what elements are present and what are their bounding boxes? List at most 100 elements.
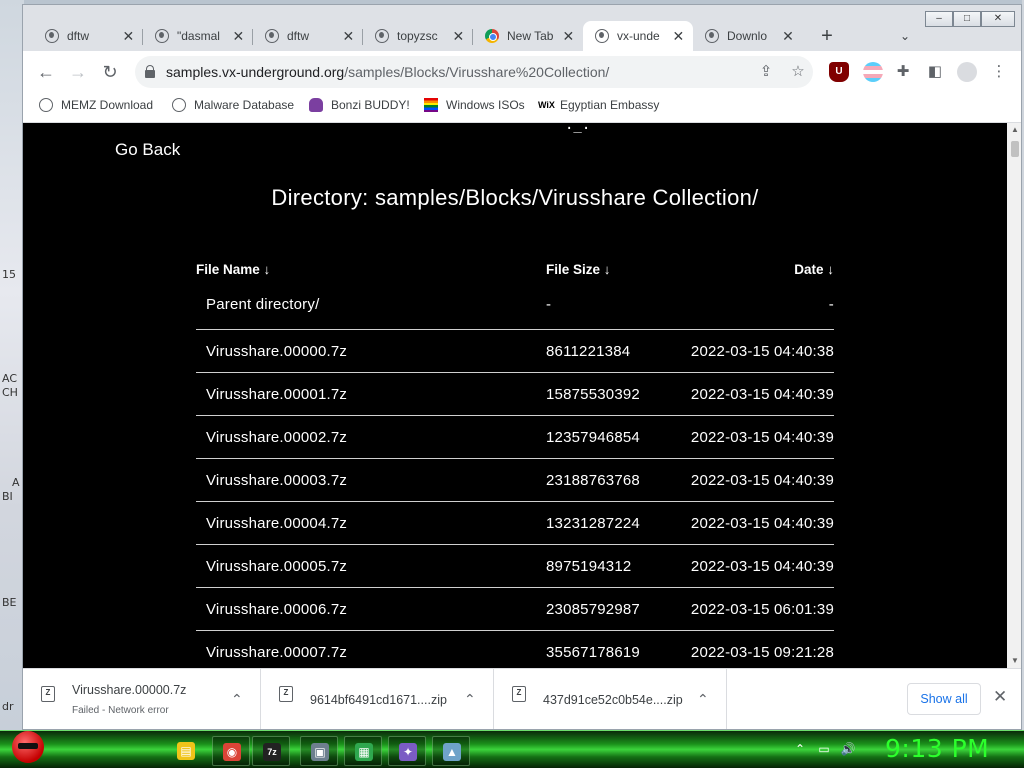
chevron-up-icon[interactable]: ⌃ [464, 691, 476, 708]
sort-by-name-header[interactable]: File Name ↓ [196, 262, 270, 277]
close-tab-icon[interactable]: ✕ [452, 28, 465, 45]
download-status: Failed - Network error [72, 705, 169, 716]
tab-dftw-1[interactable]: dftw ✕ [33, 21, 143, 51]
close-tab-icon[interactable]: ✕ [342, 28, 355, 45]
network-icon[interactable]: ▭ [816, 741, 832, 757]
taskbar-app-chrome[interactable]: ◉ [212, 736, 250, 766]
folder-icon: ▤ [177, 742, 195, 760]
tab-topyzsc[interactable]: topyzsc ✕ [363, 21, 473, 51]
back-button[interactable]: ← [33, 59, 59, 85]
go-back-link[interactable]: Go Back [115, 140, 180, 160]
tab-dftw-2[interactable]: dftw ✕ [253, 21, 363, 51]
system-clock[interactable]: 9:13 PM [885, 734, 989, 763]
file-date-cell: 2022-03-15 04:40:39 [690, 472, 834, 489]
file-name-link[interactable]: Virusshare.00007.7z [206, 644, 347, 661]
close-tab-icon[interactable]: ✕ [232, 28, 245, 45]
download-item[interactable]: Z 9614bf6491cd1671....zip ⌃ [261, 669, 494, 729]
file-name-link[interactable]: Virusshare.00006.7z [206, 601, 347, 618]
page-scrollbar[interactable]: ▲ ▼ [1007, 123, 1021, 668]
taskbar-app-window[interactable]: ▣ [300, 736, 338, 766]
scroll-down-arrow-icon[interactable]: ▼ [1007, 654, 1021, 668]
archive-file-icon: Z [279, 686, 293, 702]
desktop-icon-label: CH [2, 386, 18, 399]
tab-dasmal[interactable]: "dasmal ✕ [143, 21, 253, 51]
bookmark-memz[interactable]: MEMZ Download [39, 98, 153, 112]
chevron-up-icon[interactable]: ⌃ [697, 691, 709, 708]
forward-button[interactable]: → [65, 59, 91, 85]
reload-button[interactable]: ↻ [97, 59, 123, 85]
scroll-up-arrow-icon[interactable]: ▲ [1007, 123, 1021, 137]
file-name-link[interactable]: Virusshare.00005.7z [206, 558, 347, 575]
close-tab-icon[interactable]: ✕ [122, 28, 135, 45]
close-shelf-icon[interactable]: ✕ [993, 687, 1007, 707]
download-filename: Virusshare.00000.7z [72, 683, 187, 697]
share-icon[interactable]: ⇪ [756, 62, 776, 82]
taskbar-app-star[interactable]: ✦ [388, 736, 426, 766]
close-tab-icon[interactable]: ✕ [781, 28, 795, 45]
file-date-cell: - [828, 296, 834, 313]
close-tab-icon[interactable]: ✕ [562, 28, 575, 45]
chevron-up-icon[interactable]: ⌃ [231, 691, 243, 708]
bookmark-label: MEMZ Download [61, 98, 154, 112]
bookmark-windows-isos[interactable]: Windows ISOs [424, 98, 525, 112]
file-name-link[interactable]: Virusshare.00000.7z [206, 343, 347, 360]
tab-vx-underground[interactable]: vx-unde ✕ [583, 21, 693, 51]
sort-by-date-header[interactable]: Date ↓ [794, 262, 834, 277]
download-item[interactable]: Z 437d91ce52c0b54e....zip ⌃ [494, 669, 727, 729]
profile-avatar[interactable] [957, 62, 977, 82]
parent-directory-link[interactable]: Parent directory/ [206, 296, 319, 313]
taskbar-app-tiles[interactable]: ▦ [344, 736, 382, 766]
taskbar-app-paint[interactable]: ▲ [432, 736, 470, 766]
download-item[interactable]: Z Virusshare.00000.7z Failed - Network e… [23, 669, 261, 729]
show-all-downloads-button[interactable]: Show all [907, 683, 981, 715]
minimize-button[interactable]: – [925, 11, 953, 27]
file-name-link[interactable]: Virusshare.00003.7z [206, 472, 347, 489]
close-window-button[interactable]: ✕ [981, 11, 1015, 27]
bookmark-star-icon[interactable]: ☆ [788, 62, 808, 82]
file-size-cell: 8611221384 [546, 343, 631, 360]
volume-icon[interactable]: 🔊 [840, 741, 856, 757]
side-panel-icon[interactable]: ◧ [925, 62, 945, 82]
tab-search-button[interactable]: ⌄ [895, 25, 915, 47]
close-tab-icon[interactable]: ✕ [672, 28, 685, 45]
extensions-puzzle-icon[interactable]: ✚ [893, 62, 913, 82]
address-bar[interactable]: samples.vx-underground.org/samples/Block… [135, 56, 813, 88]
taskbar-app-folder[interactable]: ▤ [167, 736, 205, 766]
start-button[interactable] [8, 725, 48, 768]
url-path: /samples/Blocks/Virusshare%20Collection/ [344, 64, 610, 80]
tab-new-tab[interactable]: New Tab ✕ [473, 21, 583, 51]
file-size-cell: 12357946854 [546, 429, 640, 446]
pride-extension-icon[interactable] [863, 62, 883, 82]
tray-overflow-icon[interactable]: ⌃ [792, 741, 808, 757]
file-name-link[interactable]: Virusshare.00001.7z [206, 386, 347, 403]
tab-title: Downlo [727, 29, 768, 43]
tab-downloads[interactable]: Downlo ✕ [693, 21, 803, 51]
file-name-link[interactable]: Virusshare.00004.7z [206, 515, 347, 532]
globe-icon [172, 98, 186, 112]
maximize-button[interactable]: □ [953, 11, 981, 27]
url-text[interactable]: samples.vx-underground.org/samples/Block… [166, 64, 609, 80]
ublock-icon[interactable]: U [829, 62, 849, 82]
sort-by-size-header[interactable]: File Size ↓ [546, 262, 611, 277]
tiles-icon: ▦ [355, 743, 373, 761]
file-date-cell: 2022-03-15 04:40:39 [690, 515, 834, 532]
bookmark-egyptian-embassy[interactable]: WiX Egyptian Embassy [538, 98, 659, 112]
bookmark-bonzi-buddy[interactable]: Bonzi BUDDY! [309, 98, 410, 112]
desktop-icon-label: BE [2, 596, 17, 609]
scrollbar-thumb[interactable] [1011, 141, 1019, 157]
menu-kebab-icon[interactable]: ⋮ [989, 62, 1009, 82]
file-date-cell: 2022-03-15 09:21:28 [690, 644, 834, 661]
tab-title: dftw [287, 29, 310, 43]
file-name-link[interactable]: Virusshare.00002.7z [206, 429, 347, 446]
archive-file-icon: Z [41, 686, 55, 702]
bookmark-label: Egyptian Embassy [560, 98, 660, 112]
new-tab-button[interactable]: + [816, 25, 838, 47]
url-host: samples.vx-underground.org [166, 64, 345, 80]
tab-title: New Tab [507, 29, 554, 43]
table-row: Virusshare.00002.7z 12357946854 2022-03-… [196, 416, 834, 459]
taskbar-app-7zip[interactable]: 7z [252, 736, 290, 766]
page-content: ._. Go Back Directory: samples/Blocks/Vi… [23, 123, 1007, 668]
tab-title: vx-unde [617, 29, 660, 43]
7zip-icon: 7z [263, 743, 281, 761]
bookmark-malware-database[interactable]: Malware Database [172, 98, 294, 112]
